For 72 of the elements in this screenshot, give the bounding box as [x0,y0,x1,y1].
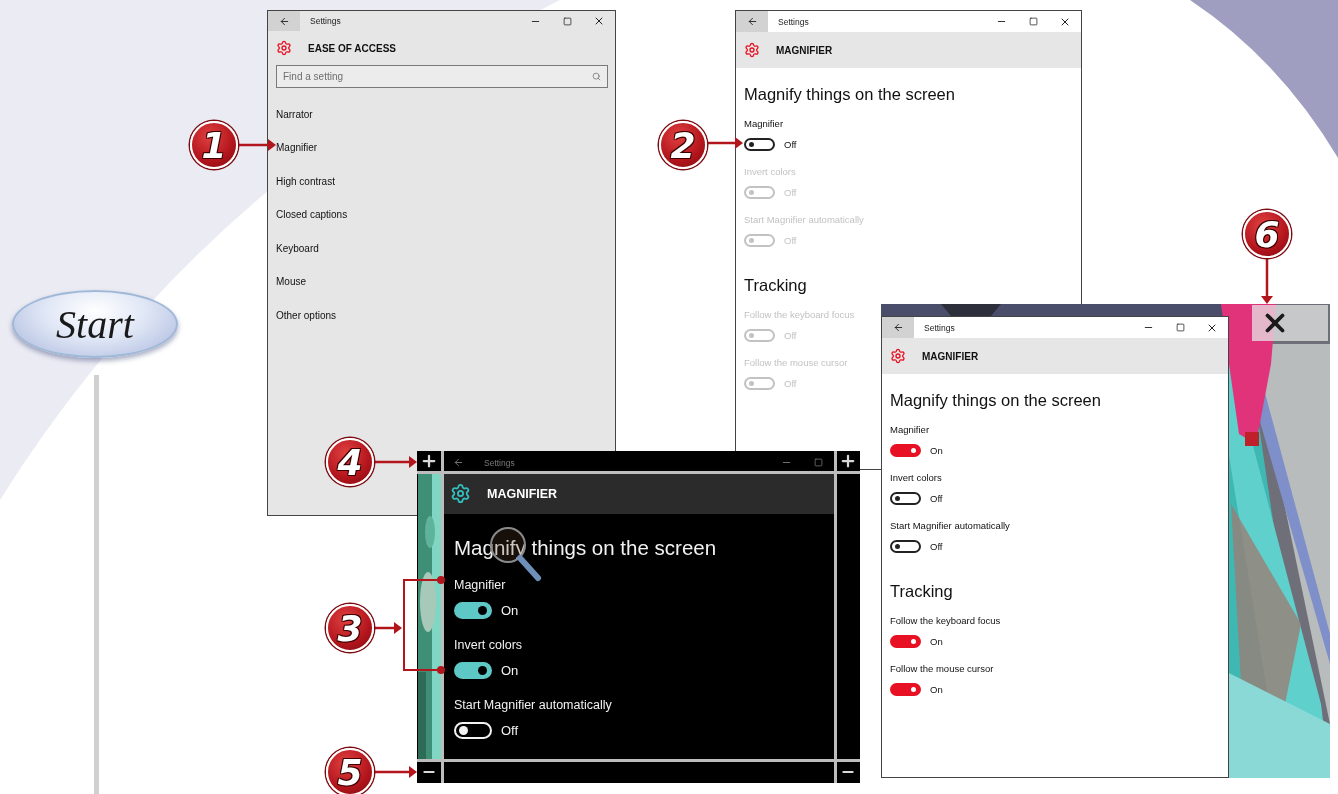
close-icon[interactable] [593,15,605,27]
maximize-icon[interactable] [562,16,572,26]
page-header: MAGNIFIER [776,44,833,56]
toggle-state: On [501,662,519,678]
search-icon [592,72,601,81]
menu-item[interactable]: Closed captions [276,208,615,222]
setting-label: Invert colors [454,637,523,653]
toggle-switch[interactable] [890,491,921,505]
gear-icon [276,40,292,56]
setting-label: Start Magnifier automatically [744,214,864,226]
setting-label: Magnifier [744,118,784,130]
gear-icon [890,348,906,364]
callout-arrow [1261,258,1273,304]
toggle-state: On [930,635,943,647]
back-icon[interactable] [278,15,290,27]
toggle-switch[interactable] [890,682,921,696]
page-header: MAGNIFIER [922,350,979,362]
callout-arrow [374,622,402,634]
menu-item[interactable]: Keyboard [276,241,615,256]
window-title: Settings [778,16,810,27]
step-number: 6 [1243,210,1291,258]
menu-item[interactable]: Magnifier [276,141,615,155]
back-icon[interactable] [452,457,464,468]
setting-label: Invert colors [890,472,942,484]
window-title: Settings [310,16,342,26]
back-icon[interactable] [746,16,758,27]
toggle-switch[interactable] [454,661,492,679]
gear-icon [744,42,760,58]
section-heading: Tracking [890,581,953,602]
toggle-switch[interactable] [890,443,921,457]
menu-item[interactable]: Other options [276,308,615,323]
setting-label: Follow the keyboard focus [890,615,1001,627]
callout-arrow [374,456,417,468]
setting-label: Start Magnifier automatically [890,520,1010,532]
zoom-in-icon[interactable] [420,452,438,470]
maximize-icon[interactable] [1175,323,1185,332]
callout-arrow [707,137,743,149]
window-title: Settings [484,457,516,468]
step-number: 2 [659,121,707,169]
toggle-state: Off [784,138,797,150]
step-number: 5 [326,748,374,794]
callout-arrow [238,139,276,151]
menu-item[interactable]: Mouse [276,275,615,289]
maximize-icon[interactable] [1028,17,1038,26]
setting-label: Magnifier [890,424,930,436]
window-title: Settings [924,322,956,333]
setting-label: Start Magnifier automatically [454,697,612,713]
toggle-switch[interactable] [454,601,492,619]
setting-label: Follow the mouse cursor [890,663,994,675]
section-heading: Magnify things on the screen [890,390,1101,411]
page-header: EASE OF ACCESS [308,42,396,54]
section-heading: Tracking [744,275,807,296]
toggle-state: On [930,444,943,456]
setting-label: Magnifier [454,577,506,593]
section-heading: Magnify things on the screen [744,84,955,105]
page-header: MAGNIFIER [487,486,558,501]
back-icon[interactable] [892,322,904,333]
toggle-state: Off [930,540,943,552]
menu-item[interactable]: Narrator [276,107,615,122]
zoom-in-icon[interactable] [839,452,857,470]
toggle-switch[interactable] [890,539,921,553]
toggle-switch[interactable] [744,137,775,151]
toggle-state: On [501,602,519,618]
step-number: 3 [326,604,374,652]
toggle-state: Off [501,722,519,738]
search-field[interactable]: Find a setting [276,65,608,88]
toggle-state: On [930,683,943,695]
callout-arrow [374,766,417,778]
toggle-switch[interactable] [890,634,921,648]
toggle-state: Off [930,492,943,504]
gear-icon [450,483,471,504]
menu-item[interactable]: High contrast [276,174,615,189]
